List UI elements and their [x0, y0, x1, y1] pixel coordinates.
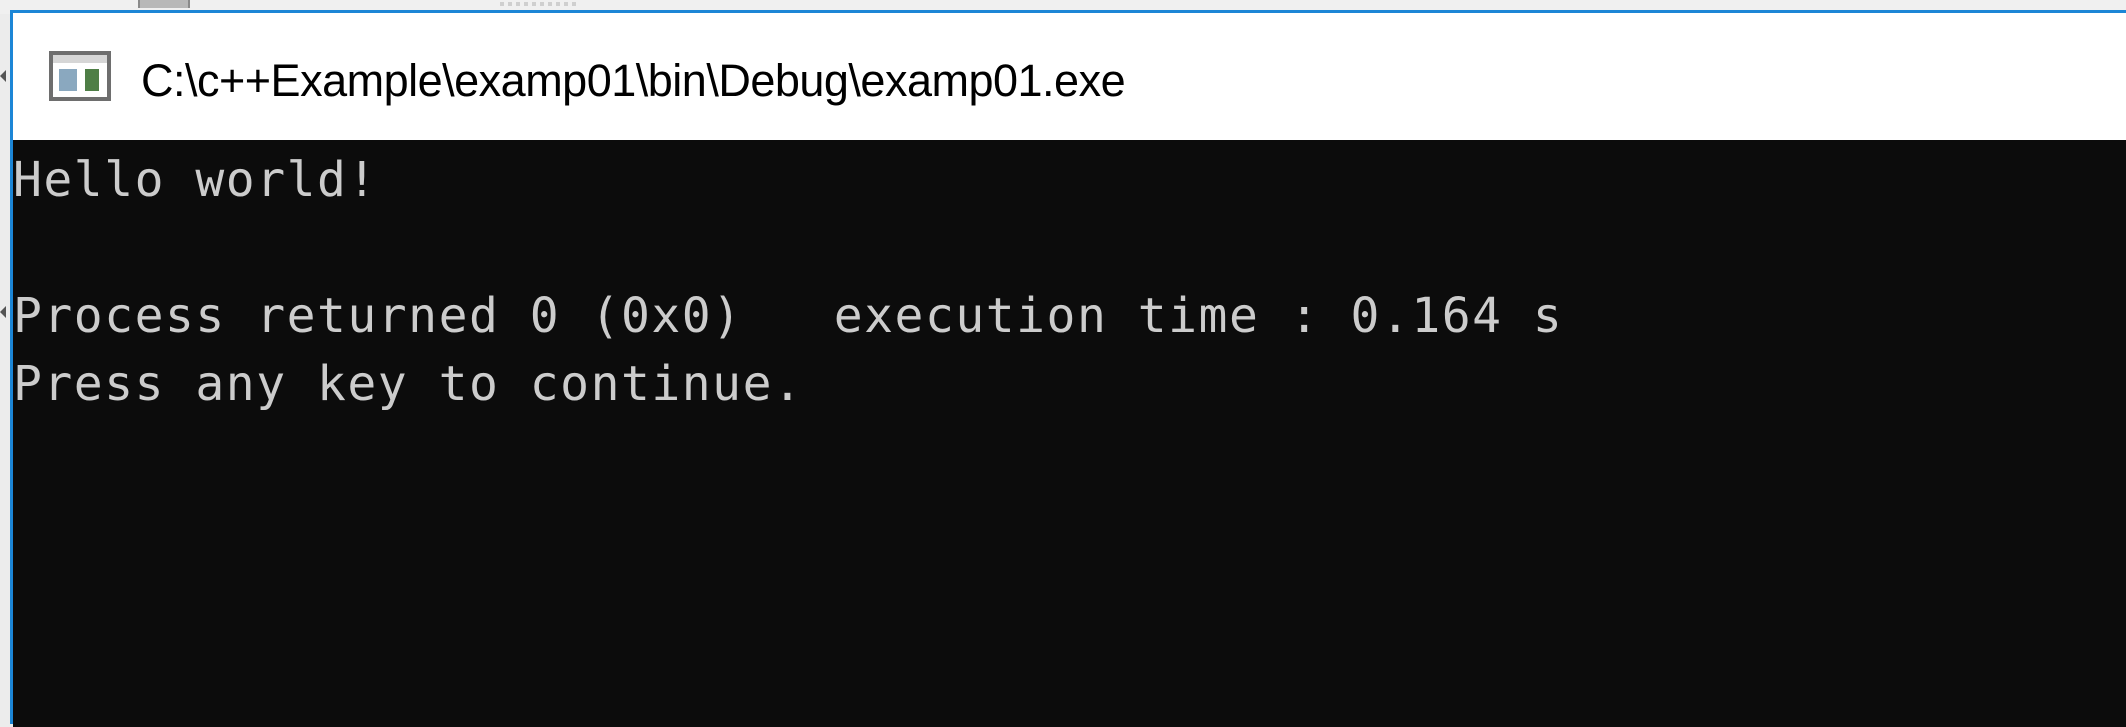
icon-pane-right: [85, 69, 99, 91]
console-output[interactable]: Hello world! Process returned 0 (0x0) ex…: [13, 140, 2126, 727]
window-title: C:\c++Example\examp01\bin\Debug\examp01.…: [141, 55, 1126, 106]
console-line: Process returned 0 (0x0) execution time …: [13, 288, 1564, 344]
left-edge-marker: [0, 70, 6, 82]
console-window[interactable]: C:\c++Example\examp01\bin\Debug\examp01.…: [10, 10, 2126, 727]
console-app-icon[interactable]: [49, 51, 111, 101]
title-bar[interactable]: C:\c++Example\examp01\bin\Debug\examp01.…: [13, 13, 2126, 140]
icon-pane-left: [59, 69, 77, 91]
console-line: Press any key to continue.: [13, 356, 804, 412]
background-window-handle: [138, 0, 190, 8]
icon-titlebar-stripe: [53, 55, 107, 63]
console-line: Hello world!: [13, 152, 378, 208]
left-edge-marker: [0, 306, 6, 318]
background-window-dots: [500, 2, 580, 6]
